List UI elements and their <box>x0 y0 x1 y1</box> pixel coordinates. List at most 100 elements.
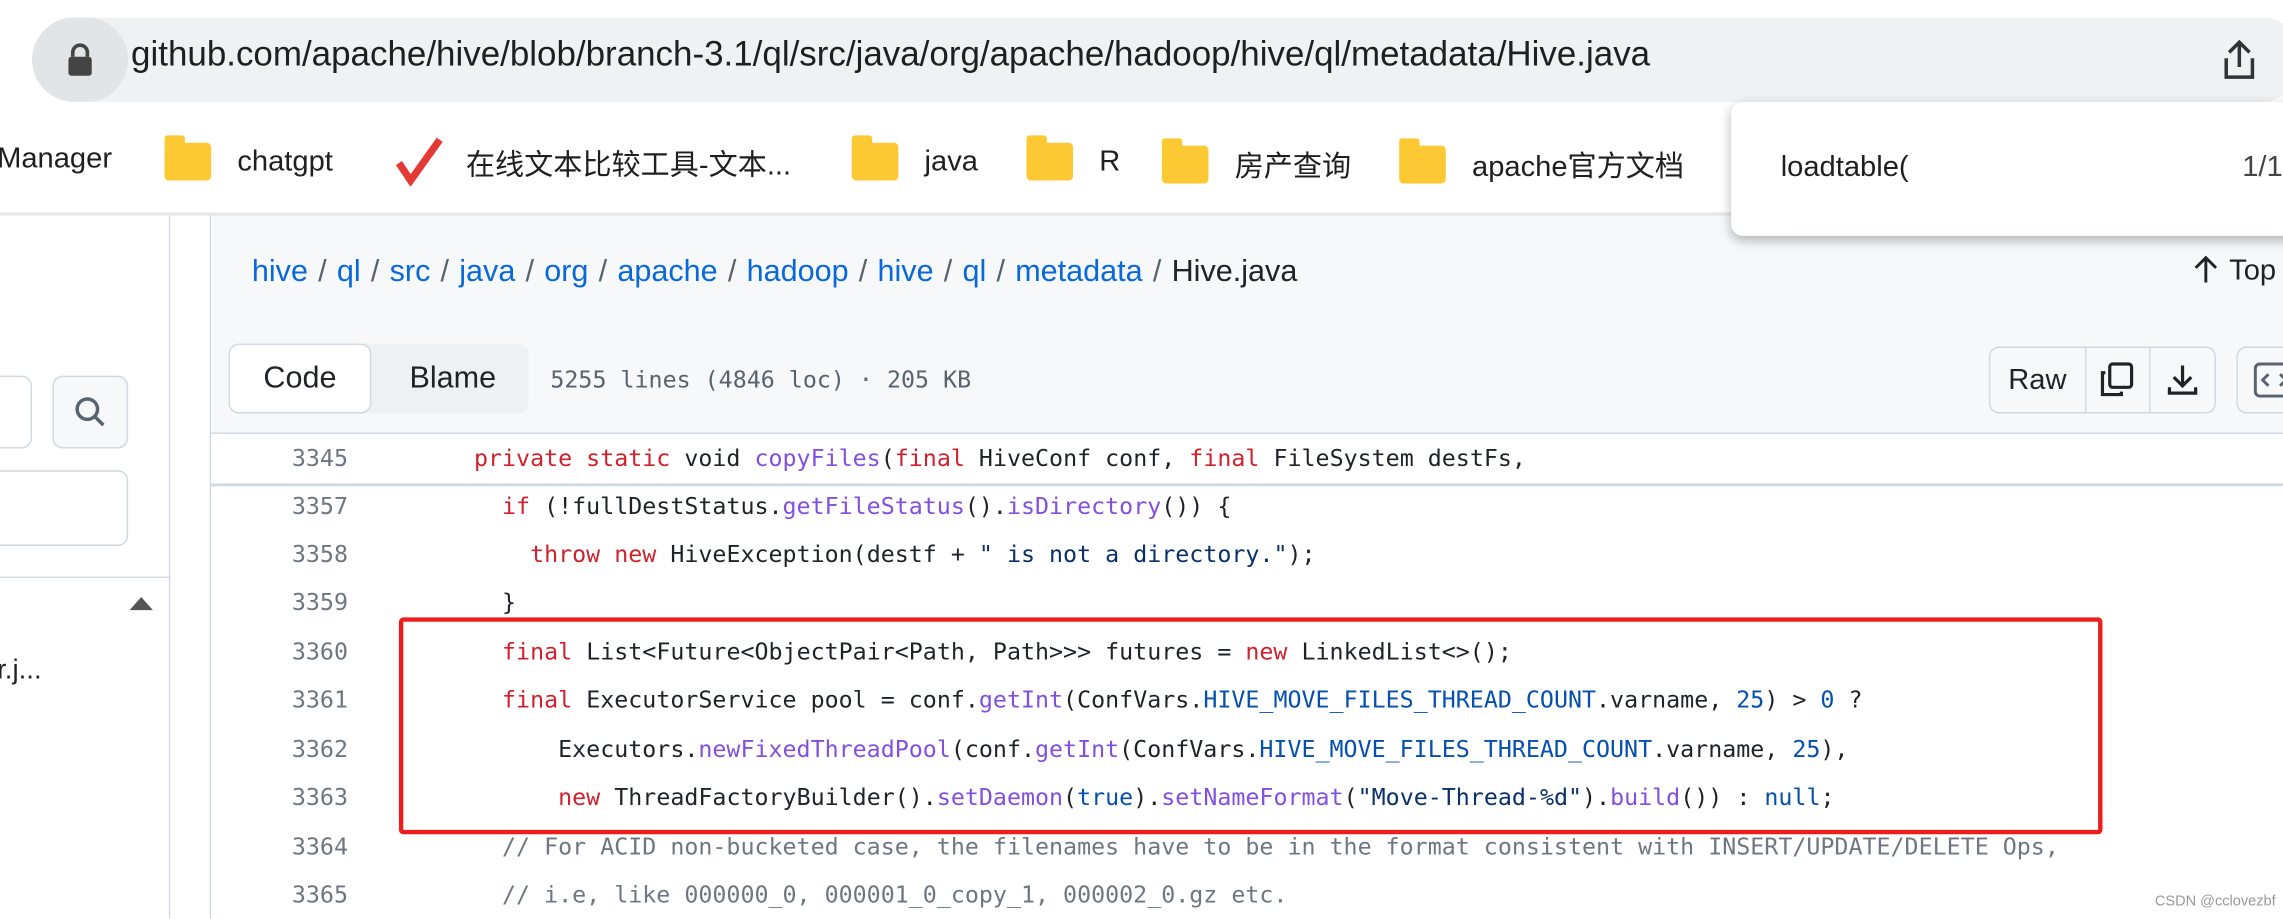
folder-icon <box>1161 137 1209 183</box>
checkmark-icon <box>396 137 443 187</box>
search-icon <box>75 397 105 427</box>
breadcrumb-separator: / <box>727 254 737 289</box>
line-number[interactable]: 3364 <box>0 833 348 861</box>
find-bar: loadtable( 1/1 <box>1731 101 2283 236</box>
copy-icon <box>2101 362 2134 397</box>
line-number[interactable]: 3363 <box>0 783 348 811</box>
breadcrumb: hive / ql / src / java / org / apache / hadoop / hive /… <box>252 255 1297 290</box>
code-token: // For ACID non-bucketed case, the filen… <box>502 832 2059 861</box>
bookmark-house[interactable]: 房产查询 <box>1161 137 1351 185</box>
breadcrumb-separator: / <box>440 254 450 289</box>
breadcrumb-link[interactable]: apache <box>617 255 717 288</box>
code-token: // i.e, like 000000_0, 000001_0_copy_1, … <box>502 880 1288 909</box>
find-input[interactable]: loadtable( <box>1781 151 1909 184</box>
breadcrumb-link[interactable]: hive <box>252 255 308 288</box>
breadcrumb-link[interactable]: src <box>390 255 431 288</box>
code-token: " is not a directory." <box>978 540 1288 568</box>
download-button[interactable] <box>2151 348 2215 412</box>
code-token: throw new <box>530 540 657 568</box>
folder-icon <box>1399 137 1446 183</box>
lock-icon <box>68 43 92 76</box>
line-number[interactable]: 3357 <box>0 492 348 520</box>
line-number[interactable]: 3362 <box>0 735 348 763</box>
highlight-box <box>398 617 2103 835</box>
find-match-count: 1/1 <box>2242 151 2283 184</box>
code-line: // For ACID non-bucketed case, the filen… <box>418 833 2059 861</box>
sticky-line-divider <box>211 483 2283 487</box>
symbols-button[interactable] <box>2236 346 2283 414</box>
watermark: CSDN @cclovezbf <box>2154 893 2276 910</box>
tab-code[interactable]: Code <box>228 343 372 414</box>
breadcrumb-link[interactable]: org <box>544 255 588 288</box>
code-token: final <box>894 444 965 472</box>
download-icon <box>2168 365 2198 395</box>
code-token: } <box>417 588 517 616</box>
branch-select[interactable] <box>0 375 33 449</box>
url-text[interactable]: github.com/apache/hive/blob/branch-3.1/q… <box>131 35 1650 76</box>
code-token: HiveConf conf, <box>964 444 1190 472</box>
share-icon[interactable] <box>2219 38 2260 89</box>
tab-blame[interactable]: Blame <box>356 343 529 414</box>
line-number[interactable]: 3361 <box>0 686 348 714</box>
breadcrumb-separator: / <box>525 254 535 289</box>
line-number[interactable]: 3345 <box>0 444 348 472</box>
code-line: } <box>418 588 516 616</box>
folder-icon <box>164 135 212 181</box>
file-meta: 5255 lines (4846 loc) · 205 KB <box>550 365 972 394</box>
copy-button[interactable] <box>2086 347 2151 413</box>
code-token: HiveException(destf + <box>656 540 979 568</box>
breadcrumb-link[interactable]: hadoop <box>747 255 849 288</box>
bookmark-manager[interactable]: Manager <box>0 143 112 176</box>
file-header: hive / ql / src / java / org / apache / hadoop / hive /… <box>211 215 2283 434</box>
folder-icon <box>851 135 899 181</box>
raw-button[interactable]: Raw <box>1990 347 2086 413</box>
breadcrumb-link[interactable]: java <box>459 255 515 288</box>
arrow-up-icon <box>2194 255 2218 283</box>
code-icon <box>2253 362 2283 398</box>
bookmark-r[interactable]: R <box>1026 135 1120 181</box>
code-token: ()) { <box>1161 492 1232 520</box>
breadcrumb-separator: / <box>318 254 327 289</box>
code-token: final <box>1189 444 1260 472</box>
line-number[interactable]: 3358 <box>0 540 348 568</box>
file-actions: Raw <box>1988 346 2217 414</box>
line-number[interactable]: 3360 <box>0 638 348 666</box>
line-number[interactable]: 3365 <box>0 881 348 909</box>
bookmark-text-compare[interactable]: 在线文本比较工具-文本... <box>396 137 791 187</box>
code-line: private static void copyFiles(final Hive… <box>418 444 1526 472</box>
folder-icon <box>1026 135 1074 181</box>
breadcrumb-link[interactable]: ql <box>962 255 986 288</box>
code-token: (). <box>964 492 1007 520</box>
breadcrumb-link[interactable]: ql <box>337 255 361 288</box>
line-number[interactable]: 3359 <box>0 588 348 616</box>
code-token: getFileStatus <box>782 492 965 520</box>
code-token: ( <box>880 444 895 472</box>
bookmark-chatgpt[interactable]: chatgpt <box>164 135 333 181</box>
breadcrumb-link[interactable]: metadata <box>1015 255 1142 288</box>
code-token: FileSystem destFs, <box>1259 444 1526 472</box>
site-info-button[interactable] <box>32 17 129 102</box>
code-token: (!fullDestStatus. <box>530 492 783 520</box>
breadcrumb-current-file: Hive.java <box>1171 254 1298 289</box>
bookmark-apache-docs[interactable]: apache官方文档 <box>1399 137 1684 185</box>
divider <box>0 576 171 579</box>
search-button[interactable] <box>52 375 129 449</box>
bookmark-java[interactable]: java <box>851 135 978 181</box>
breadcrumb-separator: / <box>943 254 953 289</box>
code-token: isDirectory <box>1006 492 1162 520</box>
top-button[interactable]: Top <box>2191 255 2276 288</box>
browser-window: github.com/apache/hive/blob/branch-3.1/q… <box>0 0 2283 919</box>
code-line: // i.e, like 000000_0, 000001_0_copy_1, … <box>418 881 1288 909</box>
code-token: if <box>502 492 531 520</box>
code-token: copyFiles <box>754 444 881 472</box>
breadcrumb-separator: / <box>996 254 1006 289</box>
code-token: void <box>670 444 755 472</box>
breadcrumb-separator: / <box>598 254 608 289</box>
code-line: if (!fullDestStatus.getFileStatus().isDi… <box>418 492 1232 520</box>
breadcrumb-link[interactable]: hive <box>877 255 933 288</box>
